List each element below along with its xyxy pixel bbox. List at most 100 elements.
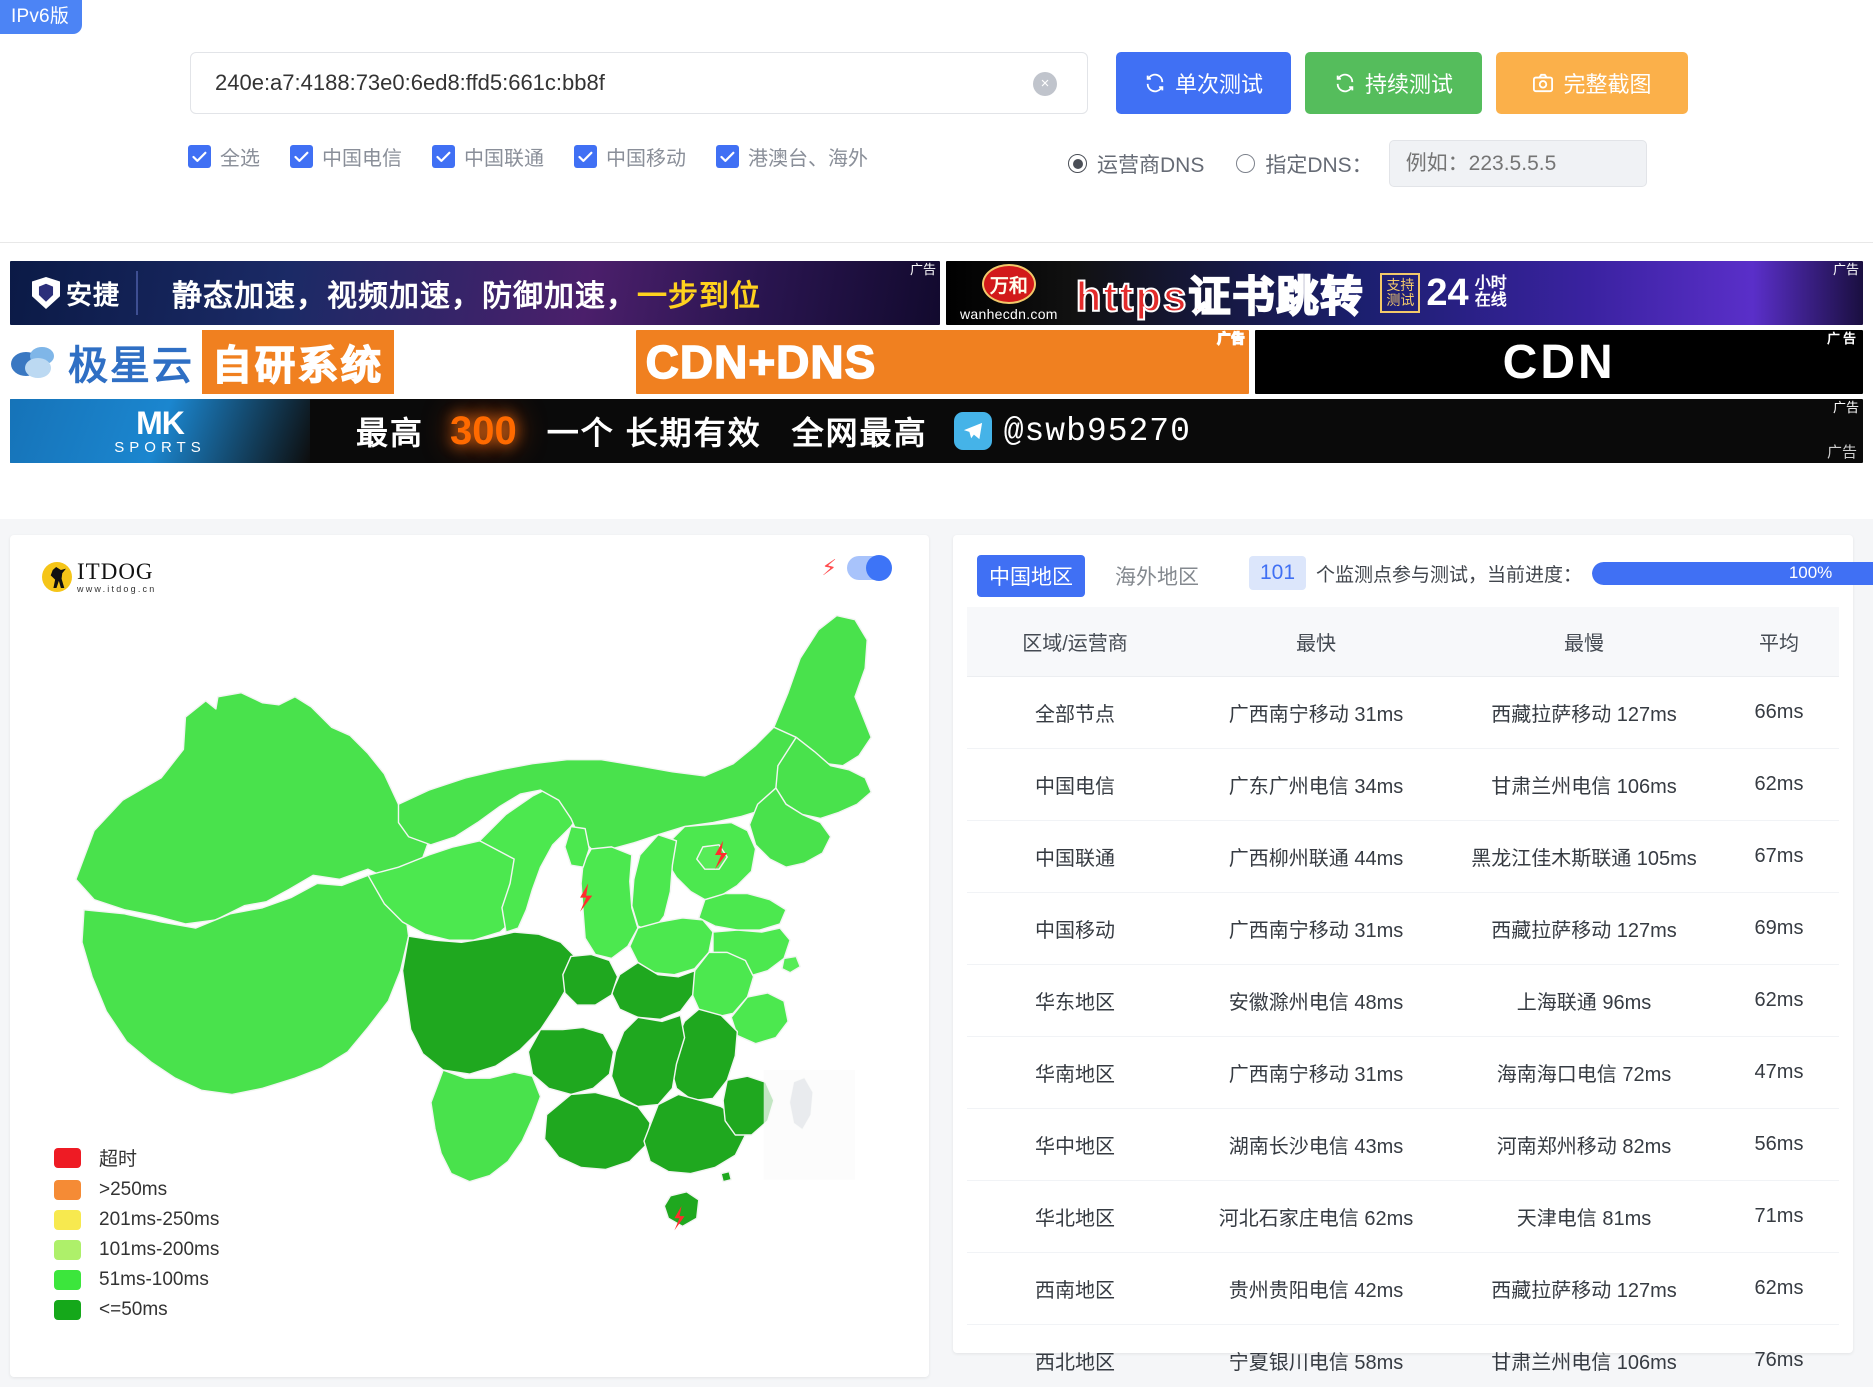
- table-row[interactable]: 华中地区 湖南长沙电信 43ms 河南郑州移动 82ms 56ms: [967, 1108, 1839, 1181]
- continuous-test-button[interactable]: 持续测试: [1305, 52, 1482, 114]
- radio-isp-dns[interactable]: [1068, 154, 1087, 173]
- check-icon: [720, 151, 735, 162]
- cell-region: 华东地区: [967, 964, 1183, 1037]
- checkbox-select-all[interactable]: 全选: [188, 142, 260, 171]
- ad-banner-mk-sports[interactable]: MK SPORTS 最高 300 一个 长期有效 全网最高 @swb95270 …: [10, 399, 1863, 463]
- table-row[interactable]: 中国移动 广西南宁移动 31ms 西藏拉萨移动 127ms 69ms: [967, 892, 1839, 965]
- ad-banner-jixingyun[interactable]: 极星云 自研系统 广告: [10, 330, 630, 394]
- wanhe-support-line2: 测试: [1386, 292, 1415, 308]
- wanhe-url: wanhecdn.com: [960, 306, 1058, 322]
- checkbox-china-telecom[interactable]: 中国电信: [290, 142, 402, 171]
- cell-region: 全部节点: [967, 676, 1183, 749]
- cell-region: 华北地区: [967, 1180, 1183, 1253]
- checkbox-label: 全选: [220, 148, 260, 170]
- checkbox-label: 中国移动: [606, 148, 686, 170]
- checkbox-overseas[interactable]: 港澳台、海外: [716, 142, 868, 171]
- radio-custom-dns[interactable]: [1236, 154, 1256, 173]
- ad-banner-cdn[interactable]: CDN 广告: [1255, 330, 1863, 394]
- legend-label: 201ms-250ms: [99, 1209, 220, 1230]
- full-screenshot-button[interactable]: 完整截图: [1496, 52, 1688, 114]
- ad-banner-wanhe[interactable]: 万和 wanhecdn.com https证书跳转 支持 测试 24 小时 在线…: [946, 261, 1863, 325]
- tab-overseas-region[interactable]: 海外地区: [1103, 555, 1211, 597]
- cell-average: 62ms: [1719, 1252, 1839, 1325]
- target-input-value[interactable]: 240e:a7:4188:73e0:6ed8:ffd5:661c:bb8f: [215, 53, 605, 113]
- target-input-box[interactable]: 240e:a7:4188:73e0:6ed8:ffd5:661c:bb8f ×: [190, 52, 1088, 114]
- cdn-dns-text: CDN+DNS: [645, 335, 877, 389]
- divider: [136, 271, 139, 315]
- cell-slowest: 甘肃兰州电信 106ms: [1449, 748, 1719, 821]
- legend-item: 201ms-250ms: [54, 1209, 219, 1231]
- legend-label: >250ms: [99, 1179, 168, 1200]
- cell-fastest: 广西南宁移动 31ms: [1183, 892, 1449, 965]
- mk-amount: 300: [450, 408, 517, 453]
- wanhe-seal: 万和: [981, 264, 1036, 304]
- table-row[interactable]: 华北地区 河北石家庄电信 62ms 天津电信 81ms 71ms: [967, 1180, 1839, 1253]
- ad-label: 广告: [1832, 400, 1859, 415]
- check-icon: [294, 151, 309, 162]
- cell-slowest: 天津电信 81ms: [1449, 1180, 1719, 1253]
- cell-region: 西北地区: [967, 1324, 1183, 1387]
- single-test-button[interactable]: 单次测试: [1116, 52, 1291, 114]
- check-icon: [192, 151, 207, 162]
- column-header-slowest: 最慢: [1449, 607, 1719, 677]
- ipv6-version-badge[interactable]: IPv6版: [0, 0, 83, 34]
- table-row[interactable]: 西南地区 贵州贵阳电信 42ms 西藏拉萨移动 127ms 62ms: [967, 1252, 1839, 1325]
- legend-swatch: [54, 1270, 81, 1290]
- check-icon: [436, 151, 451, 162]
- node-count-badge: 101: [1249, 556, 1307, 590]
- custom-dns-input[interactable]: [1388, 140, 1647, 187]
- cloud-icon: [11, 347, 54, 378]
- table-head: 区域/运营商 最快 最慢 平均: [967, 607, 1839, 677]
- mk-logo: MK SPORTS: [10, 399, 310, 463]
- legend-swatch: [54, 1180, 81, 1200]
- table-row[interactable]: 西北地区 宁夏银川电信 58ms 甘肃兰州电信 106ms 76ms: [967, 1324, 1839, 1387]
- cell-average: 56ms: [1719, 1108, 1839, 1181]
- cell-fastest: 宁夏银川电信 58ms: [1183, 1324, 1449, 1387]
- legend-item: 101ms-200ms: [54, 1239, 219, 1261]
- cell-average: 62ms: [1719, 748, 1839, 821]
- ad-banner-cdn-dns[interactable]: CDN+DNS 广告: [635, 330, 1250, 394]
- cell-region: 中国电信: [967, 748, 1183, 821]
- test-config-panel: IPv6版 240e:a7:4188:73e0:6ed8:ffd5:661c:b…: [0, 0, 1873, 243]
- anjie-brand: 安捷: [66, 279, 121, 310]
- cell-region: 西南地区: [967, 1252, 1183, 1325]
- cell-fastest: 湖南长沙电信 43ms: [1183, 1108, 1449, 1181]
- table-row[interactable]: 全部节点 广西南宁移动 31ms 西藏拉萨移动 127ms 66ms: [967, 676, 1839, 749]
- cell-region: 中国联通: [967, 820, 1183, 893]
- clear-input-icon[interactable]: ×: [1033, 72, 1057, 96]
- checkbox-box: [290, 145, 313, 168]
- checkbox-china-unicom[interactable]: 中国联通: [432, 142, 544, 171]
- cell-fastest: 广东广州电信 34ms: [1183, 748, 1449, 821]
- main-content: ITDOG www.itdog.cn ⚡ 超时 >250ms 201ms-250…: [0, 523, 1873, 1387]
- ad-label: 广告: [1217, 330, 1246, 346]
- tab-china-region[interactable]: 中国地区: [977, 555, 1085, 597]
- wanhe-support-box: 支持 测试: [1380, 273, 1421, 313]
- checkbox-box: [716, 145, 739, 168]
- ad-banner-anjie[interactable]: 安捷 静态加速，视频加速，防御加速，一步到位 广告: [10, 261, 940, 325]
- cdn-text: CDN: [1502, 335, 1616, 389]
- table-row[interactable]: 中国电信 广东广州电信 34ms 甘肃兰州电信 106ms 62ms: [967, 748, 1839, 821]
- table-row[interactable]: 华东地区 安徽滁州电信 48ms 上海联通 96ms 62ms: [967, 964, 1839, 1037]
- legend-label: 101ms-200ms: [99, 1239, 220, 1260]
- cell-fastest: 广西柳州联通 44ms: [1183, 820, 1449, 893]
- cell-average: 71ms: [1719, 1180, 1839, 1253]
- legend-item: >250ms: [54, 1179, 219, 1201]
- legend-swatch: [54, 1147, 81, 1168]
- wanhe-hours: 24: [1426, 271, 1469, 314]
- anjie-slogan: 静态加速，视频加速，防御加速，一步到位: [172, 271, 761, 315]
- latency-results-table: 区域/运营商 最快 最慢 平均 全部节点 广西南宁移动 31ms 西藏拉萨移动 …: [967, 607, 1839, 1387]
- taiwan-inset-box: [763, 1070, 856, 1180]
- table-row[interactable]: 中国联通 广西柳州联通 44ms 黑龙江佳木斯联通 105ms 67ms: [967, 820, 1839, 893]
- mk-text-1: 最高: [356, 415, 425, 451]
- table-row[interactable]: 华南地区 广西南宁移动 31ms 海南海口电信 72ms 47ms: [967, 1036, 1839, 1109]
- checkbox-box: [188, 145, 211, 168]
- ad-row-1: 安捷 静态加速，视频加速，防御加速，一步到位 广告 万和 wanhecdn.co…: [10, 261, 1863, 325]
- legend-item: 超时: [54, 1144, 219, 1171]
- mk-sub: SPORTS: [114, 438, 206, 456]
- cell-fastest: 广西南宁移动 31ms: [1183, 1036, 1449, 1109]
- checkbox-china-mobile[interactable]: 中国移动: [574, 142, 686, 171]
- ad-label-secondary: 广告: [1826, 444, 1857, 461]
- cell-average: 67ms: [1719, 820, 1839, 893]
- wanhe-support-line1: 支持: [1386, 277, 1415, 294]
- legend-label: 超时: [99, 1149, 138, 1170]
